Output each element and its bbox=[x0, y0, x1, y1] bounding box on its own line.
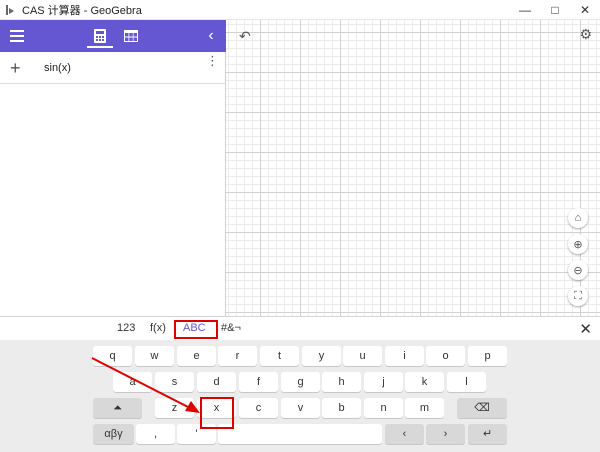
zoom-in-icon[interactable]: ⊕ bbox=[568, 234, 588, 254]
key-i[interactable]: i bbox=[385, 346, 424, 366]
shift-key[interactable]: ⏶ bbox=[93, 398, 142, 418]
key-l[interactable]: l bbox=[447, 372, 486, 392]
minimize-button[interactable]: — bbox=[510, 0, 540, 20]
key-f[interactable]: f bbox=[239, 372, 278, 392]
tab-symbols[interactable]: #&¬ bbox=[221, 322, 241, 334]
key-p[interactable]: p bbox=[468, 346, 507, 366]
algebra-row[interactable]: + sin(x) ⋮ bbox=[0, 52, 225, 84]
close-keyboard-icon[interactable]: ✕ bbox=[579, 320, 592, 338]
key-d[interactable]: d bbox=[197, 372, 236, 392]
key-w[interactable]: w bbox=[135, 346, 174, 366]
fullscreen-icon[interactable]: ⛶ bbox=[568, 286, 588, 306]
title-bar: CAS 计算器 - GeoGebra — □ ✕ bbox=[0, 0, 600, 20]
zoom-out-icon[interactable]: ⊖ bbox=[568, 260, 588, 280]
geogebra-app-icon bbox=[6, 4, 16, 15]
hamburger-menu-icon[interactable] bbox=[10, 30, 24, 42]
key-u[interactable]: u bbox=[343, 346, 382, 366]
key-r[interactable]: r bbox=[218, 346, 257, 366]
key-g[interactable]: g bbox=[281, 372, 320, 392]
key-q[interactable]: q bbox=[93, 346, 132, 366]
keyboard-tab-bar: 123 f(x) ABC #&¬ ✕ bbox=[0, 316, 600, 340]
key-e[interactable]: e bbox=[177, 346, 216, 366]
left-arrow-key[interactable]: ‹ bbox=[385, 424, 424, 444]
tab-123[interactable]: 123 bbox=[117, 322, 135, 334]
key-k[interactable]: k bbox=[405, 372, 444, 392]
gear-icon[interactable]: ⚙ bbox=[579, 26, 592, 43]
key-z[interactable]: z bbox=[155, 398, 194, 418]
key-c[interactable]: c bbox=[239, 398, 278, 418]
enter-key[interactable]: ↵ bbox=[468, 424, 507, 444]
calculator-tab[interactable] bbox=[87, 20, 113, 52]
key-s[interactable]: s bbox=[155, 372, 194, 392]
key-m[interactable]: m bbox=[405, 398, 444, 418]
key-y[interactable]: y bbox=[302, 346, 341, 366]
window-title: CAS 计算器 - GeoGebra bbox=[22, 4, 142, 17]
tab-functions[interactable]: f(x) bbox=[150, 322, 166, 334]
key-n[interactable]: n bbox=[364, 398, 403, 418]
window-controls: — □ ✕ bbox=[510, 0, 600, 20]
key-h[interactable]: h bbox=[322, 372, 361, 392]
chevron-left-icon[interactable]: ‹ bbox=[204, 27, 218, 45]
key-a[interactable]: a bbox=[113, 372, 152, 392]
key-v[interactable]: v bbox=[281, 398, 320, 418]
close-window-button[interactable]: ✕ bbox=[570, 0, 600, 20]
key-t[interactable]: t bbox=[260, 346, 299, 366]
graphics-panel[interactable]: ↶ ⚙ ⌂ ⊕ ⊖ ⛶ bbox=[226, 20, 600, 316]
backspace-key[interactable]: ⌫ bbox=[457, 398, 507, 418]
undo-icon[interactable]: ↶ bbox=[239, 28, 251, 45]
key-j[interactable]: j bbox=[364, 372, 403, 392]
abc-highlight-box bbox=[174, 320, 218, 339]
table-tab[interactable] bbox=[118, 20, 144, 52]
calculator-icon bbox=[94, 29, 106, 43]
active-tab-indicator bbox=[87, 46, 113, 48]
key-b[interactable]: b bbox=[322, 398, 361, 418]
algebra-toolbar: ‹ bbox=[0, 20, 226, 52]
key-comma[interactable]: , bbox=[136, 424, 175, 444]
add-icon[interactable]: + bbox=[10, 58, 21, 79]
right-arrow-key[interactable]: › bbox=[426, 424, 465, 444]
home-icon[interactable]: ⌂ bbox=[568, 208, 588, 228]
table-icon bbox=[124, 30, 138, 42]
virtual-keyboard: q w e r t y u i o p a s d f g h j k l ⏶ … bbox=[0, 340, 600, 452]
space-key[interactable] bbox=[218, 424, 382, 444]
greek-key[interactable]: αβγ bbox=[93, 424, 134, 444]
x-key-highlight-box bbox=[200, 397, 234, 429]
maximize-button[interactable]: □ bbox=[540, 0, 570, 20]
key-o[interactable]: o bbox=[426, 346, 465, 366]
algebra-panel: ‹ + sin(x) ⋮ bbox=[0, 20, 226, 316]
more-options-icon[interactable]: ⋮ bbox=[206, 54, 219, 67]
expression-input[interactable]: sin(x) bbox=[44, 62, 71, 74]
